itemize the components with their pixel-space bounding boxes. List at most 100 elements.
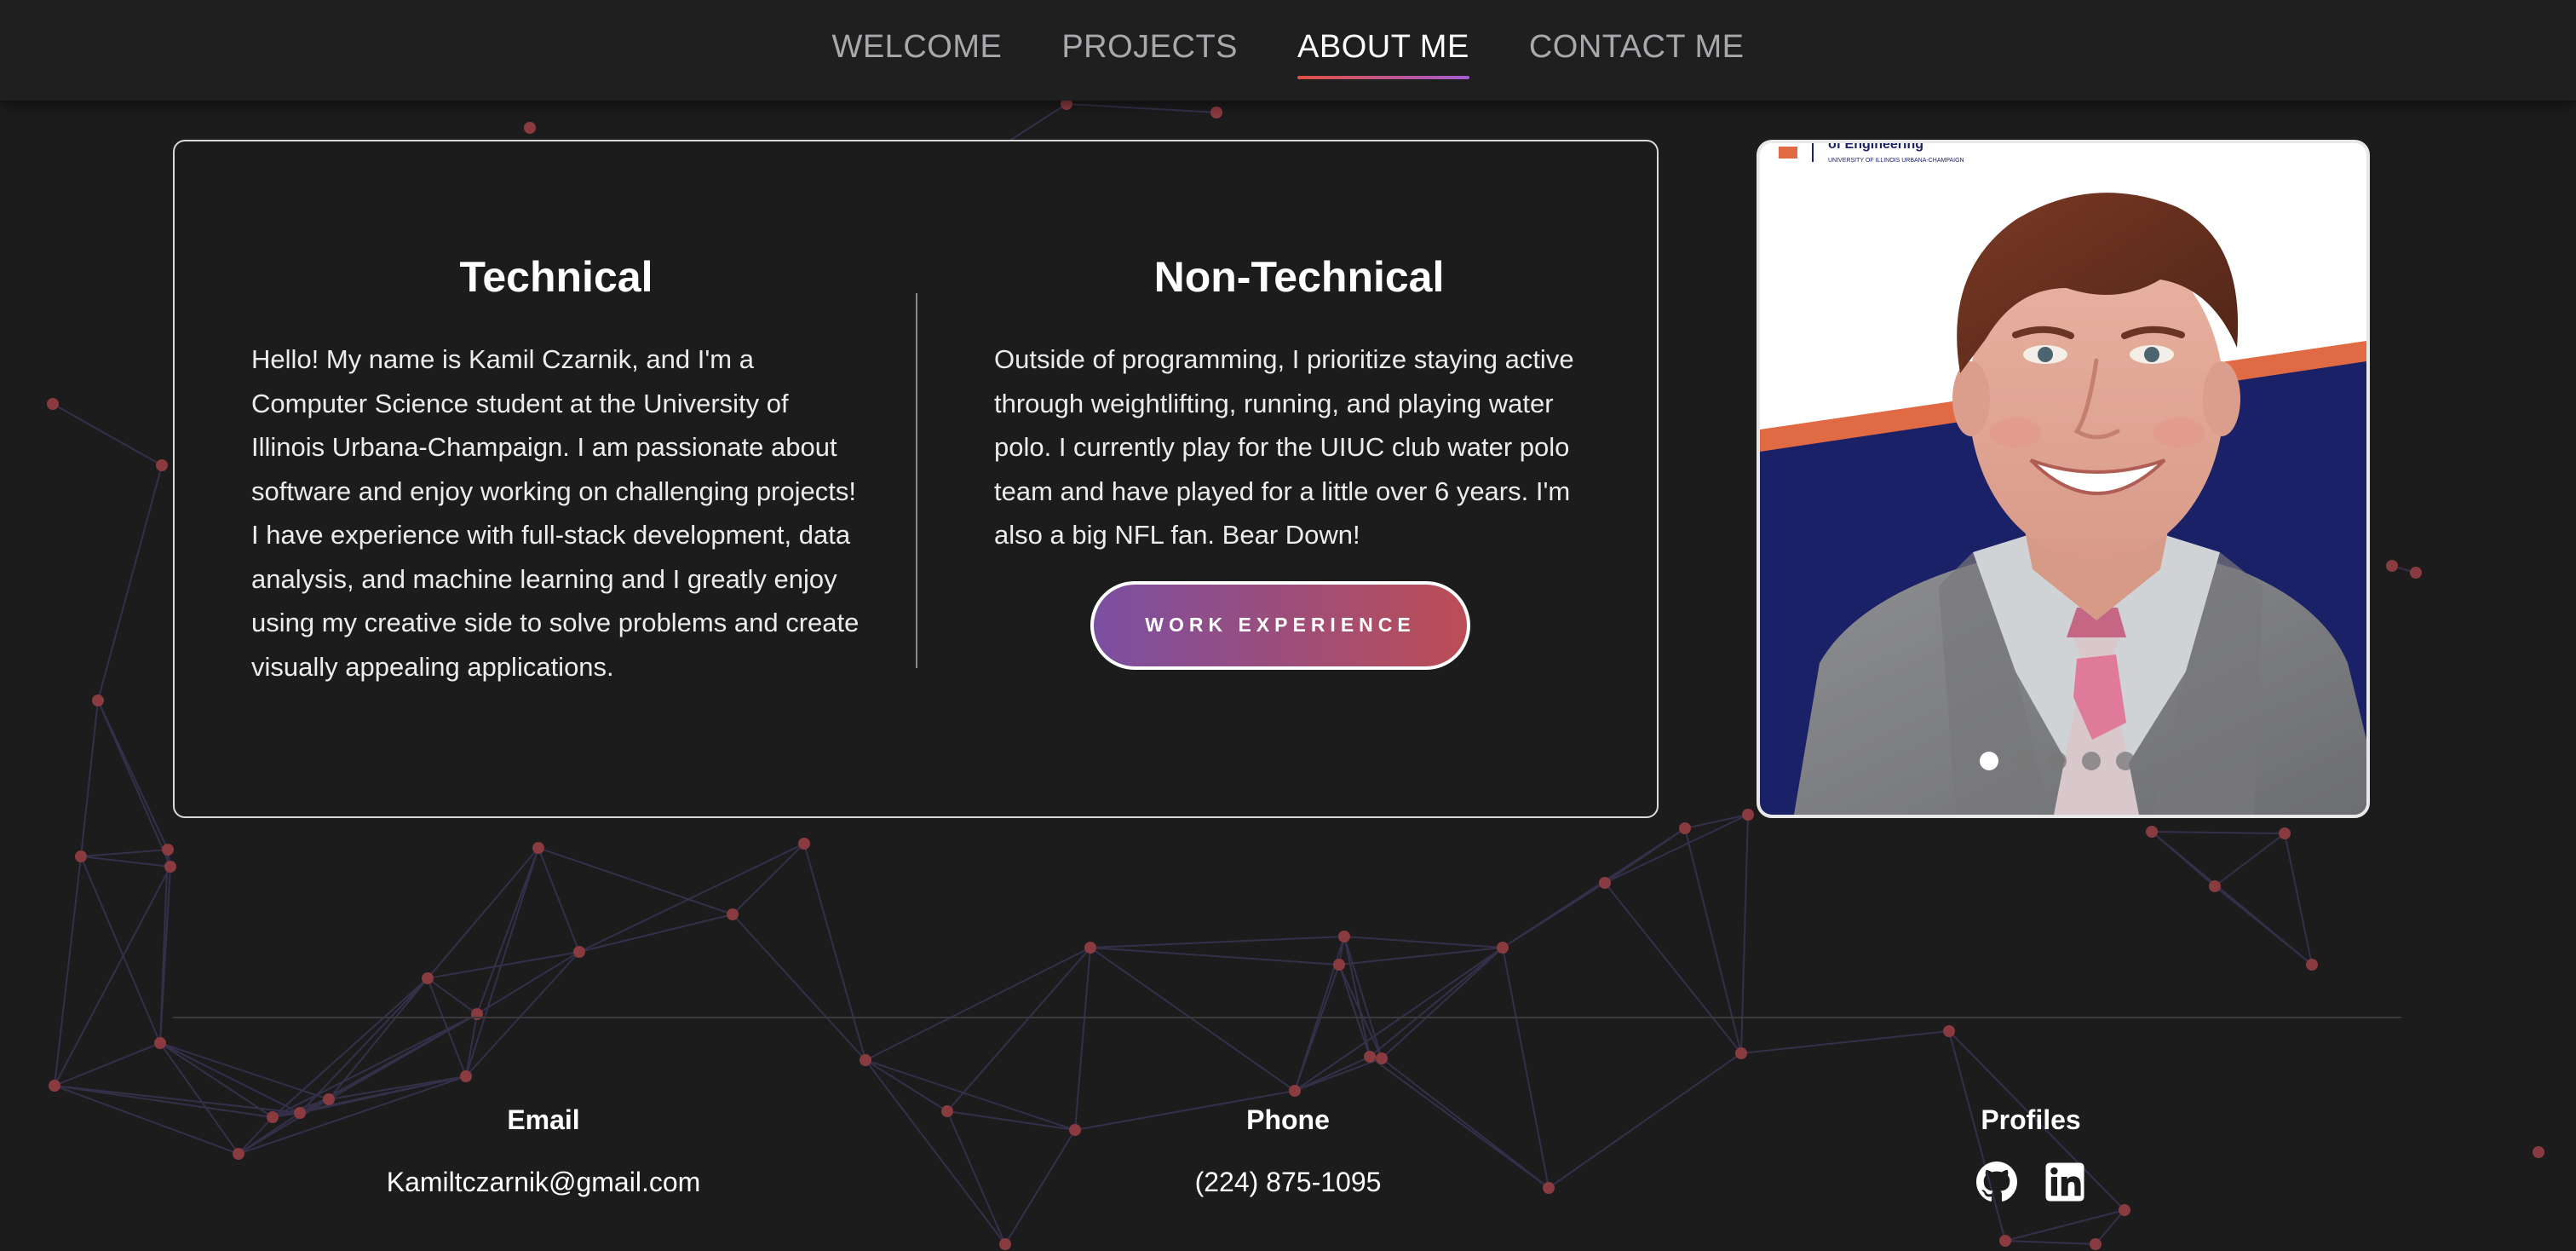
network-link: [1684, 814, 1749, 829]
network-node: [860, 1054, 871, 1066]
network-link: [54, 1085, 273, 1118]
network-node: [2533, 1146, 2544, 1158]
network-node: [154, 1037, 166, 1049]
network-link: [1294, 947, 1504, 1092]
network-link: [1343, 936, 1504, 948]
column-divider: [916, 293, 917, 668]
profile-photo: of Engineering UNIVERSITY OF ILLINOIS UR…: [1760, 143, 2366, 815]
network-link: [2095, 1209, 2125, 1245]
network-link: [1090, 947, 1296, 1092]
network-node: [1679, 822, 1691, 834]
carousel-dot-3[interactable]: [2048, 752, 2067, 770]
footer-email: Email Kamiltczarnik@gmail.com: [245, 1104, 842, 1198]
footer-profiles: Profiles: [1733, 1104, 2329, 1202]
nav-welcome[interactable]: WELCOME: [831, 29, 1002, 79]
top-navigation: WELCOME PROJECTS ABOUT ME CONTACT ME: [0, 0, 2576, 101]
network-node: [798, 838, 810, 850]
network-node: [2090, 1238, 2102, 1250]
linkedin-icon[interactable]: [2044, 1162, 2085, 1202]
network-link: [80, 849, 169, 857]
nav-contact-me[interactable]: CONTACT ME: [1529, 29, 1745, 79]
network-link: [1369, 947, 1504, 1058]
technical-body: Hello! My name is Kamil Czarnik, and I'm…: [251, 344, 860, 682]
profile-links: [1733, 1162, 2329, 1202]
network-node: [422, 972, 434, 984]
network-link: [97, 700, 171, 868]
network-link: [97, 464, 163, 701]
network-link: [80, 856, 171, 868]
footer-phone: Phone (224) 875-1095: [990, 1104, 1586, 1198]
page: WELCOME PROJECTS ABOUT ME CONTACT ME Tec…: [0, 0, 2576, 1251]
network-node: [2410, 567, 2422, 579]
network-node: [1364, 1051, 1376, 1063]
email-heading: Email: [507, 1104, 580, 1135]
network-node: [941, 1105, 953, 1117]
about-card: Technical Hello! My name is Kamil Czarni…: [173, 140, 1659, 818]
banner-logo-icon: [1779, 147, 1797, 159]
network-node: [524, 122, 536, 134]
network-link: [2214, 833, 2286, 887]
phone-heading: Phone: [1246, 1104, 1330, 1135]
network-link: [865, 1059, 1006, 1245]
network-node: [1210, 107, 1222, 118]
network-node: [2279, 827, 2291, 839]
phone-value[interactable]: (224) 875-1095: [990, 1167, 1586, 1198]
network-link: [538, 847, 580, 953]
network-link: [2151, 831, 2286, 834]
nav-projects[interactable]: PROJECTS: [1061, 29, 1238, 79]
network-link: [54, 856, 82, 1087]
network-node: [92, 695, 104, 706]
network-node: [233, 1148, 244, 1160]
network-node: [2119, 1204, 2130, 1216]
profile-photo-carousel[interactable]: of Engineering UNIVERSITY OF ILLINOIS UR…: [1757, 140, 2370, 818]
banner-subtext: UNIVERSITY OF ILLINOIS URBANA-CHAMPAIGN: [1828, 158, 1964, 164]
carousel-dot-4[interactable]: [2082, 752, 2101, 770]
network-link: [54, 1042, 161, 1087]
network-node: [1735, 1047, 1747, 1059]
network-link: [946, 947, 1091, 1112]
network-link: [2151, 831, 2216, 887]
network-link: [1684, 827, 1742, 1054]
network-link: [1090, 936, 1345, 948]
network-node: [2306, 959, 2318, 971]
carousel-dot-1[interactable]: [1980, 752, 1998, 770]
nav-about-me[interactable]: ABOUT ME: [1297, 29, 1469, 79]
network-link: [1740, 1030, 1950, 1054]
network-node: [1497, 942, 1509, 954]
carousel-dots: [1980, 752, 2135, 770]
github-icon[interactable]: [1976, 1162, 2017, 1202]
network-node: [1084, 942, 1096, 954]
network-link: [865, 947, 1091, 1061]
network-link: [732, 843, 805, 915]
carousel-dot-5[interactable]: [2116, 752, 2135, 770]
network-node: [1376, 1052, 1388, 1064]
network-link: [1343, 936, 1371, 1058]
network-node: [460, 1070, 472, 1082]
network-link: [1090, 947, 1340, 966]
network-link: [2004, 1209, 2125, 1242]
network-node: [1289, 1085, 1301, 1097]
network-link: [578, 843, 805, 953]
network-link: [1381, 947, 1504, 1059]
network-node: [75, 850, 87, 862]
network-link: [52, 403, 163, 466]
work-experience-button[interactable]: WORK EXPERIENCE: [1090, 580, 1470, 670]
email-value[interactable]: Kamiltczarnik@gmail.com: [245, 1167, 842, 1198]
network-node: [573, 946, 585, 958]
network-link: [159, 1042, 301, 1114]
network-link: [865, 1059, 948, 1112]
network-link: [2004, 1240, 2096, 1245]
network-link: [1066, 103, 1217, 113]
network-node: [1999, 1235, 2011, 1247]
network-node: [47, 398, 59, 410]
network-node: [532, 842, 544, 854]
network-node: [1742, 809, 1754, 821]
banner-text: of Engineering: [1828, 143, 1923, 152]
network-link: [538, 847, 733, 915]
network-link: [578, 914, 733, 953]
network-link: [1074, 947, 1091, 1131]
network-link: [159, 1042, 330, 1100]
network-link: [1294, 964, 1340, 1092]
carousel-dot-2[interactable]: [2014, 752, 2033, 770]
network-link: [1338, 964, 1383, 1059]
